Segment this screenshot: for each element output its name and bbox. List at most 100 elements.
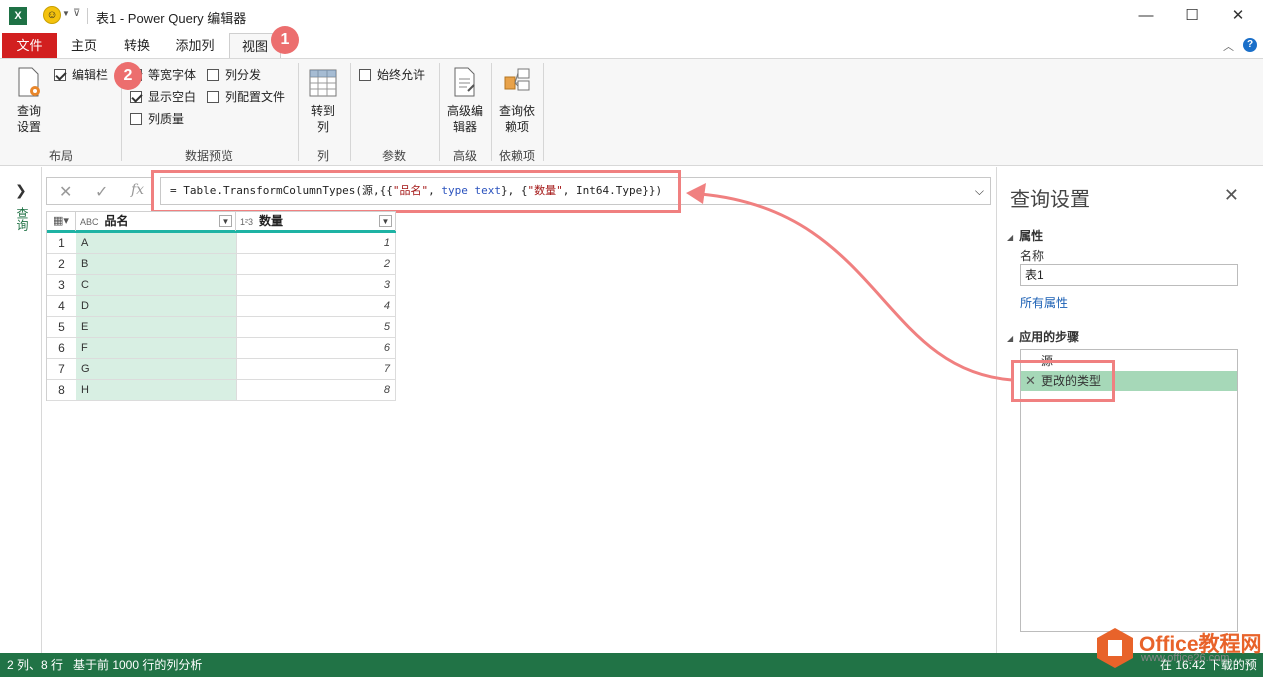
tab-file[interactable]: 文件 (2, 33, 57, 58)
always-allow-label: 始终允许 (377, 68, 426, 82)
close-button[interactable]: ✕ (1215, 0, 1261, 31)
query-settings-pane: 查询设置 ✕ ◢ 属性 名称 表1 所有属性 ◢ 应用的步骤 源 ✕ 更改的类型 (996, 167, 1263, 653)
tab-transform[interactable]: 转换 (113, 33, 161, 58)
tab-add-column[interactable]: 添加列 (166, 33, 224, 58)
cell-quantity[interactable]: 5 (236, 317, 396, 337)
cell-name[interactable]: E (76, 317, 236, 337)
formula-expand-chevron-icon[interactable]: ⌵ (975, 178, 984, 204)
table-row: 2B2 (47, 254, 396, 275)
cell-name[interactable]: A (76, 233, 236, 253)
confirm-check-icon[interactable]: ✓ (95, 182, 108, 202)
applied-steps-header-label: 应用的步骤 (1019, 330, 1080, 344)
go-to-column-label: 转到 列 (310, 104, 335, 134)
cell-quantity[interactable]: 3 (236, 275, 396, 295)
window-title: 表1 - Power Query 编辑器 (96, 11, 247, 26)
table-row: 3C3 (47, 275, 396, 296)
help-icon[interactable]: ? (1243, 38, 1257, 52)
show-whitespace-checkbox[interactable]: 显示空白 (130, 89, 196, 105)
cell-quantity[interactable]: 6 (236, 338, 396, 358)
query-dependencies-button[interactable]: 查询依 赖项 (495, 67, 539, 135)
checkbox-unchecked-icon (359, 69, 371, 81)
cell-name[interactable]: H (76, 380, 236, 400)
table-row: 5E5 (47, 317, 396, 338)
row-number[interactable]: 8 (47, 380, 76, 400)
group-divider (439, 63, 440, 161)
cell-quantity[interactable]: 4 (236, 296, 396, 316)
column-distribution-label: 列分发 (225, 68, 262, 82)
column-quality-checkbox[interactable]: 列质量 (130, 111, 184, 127)
status-profile-info[interactable]: 基于前 1000 行的列分析 (73, 653, 202, 677)
cell-name[interactable]: F (76, 338, 236, 358)
filter-dropdown-icon[interactable]: ▼ (219, 215, 232, 227)
table-row: 6F6 (47, 338, 396, 359)
cell-quantity[interactable]: 8 (236, 380, 396, 400)
column-name-label: 品名 (104, 214, 129, 228)
maximize-button[interactable]: ☐ (1169, 0, 1215, 31)
table-menu-icon[interactable]: ▦▾ (47, 212, 76, 231)
cell-name[interactable]: G (76, 359, 236, 379)
column-distribution-checkbox[interactable]: 列分发 (207, 67, 261, 83)
query-settings-label: 查询 设置 (16, 104, 41, 134)
customize-toolbar-icon[interactable]: ⊽ (73, 8, 80, 19)
group-label-dependencies: 依赖项 (498, 149, 535, 163)
advanced-editor-icon (451, 67, 479, 99)
queries-pane-label[interactable]: 查询 (14, 207, 31, 231)
row-number[interactable]: 2 (47, 254, 76, 274)
title-bar: X ☺ ▼ ⊽ 表1 - Power Query 编辑器 — ☐ ✕ (0, 0, 1263, 31)
cell-quantity[interactable]: 7 (236, 359, 396, 379)
cancel-icon[interactable]: ✕ (59, 182, 72, 202)
collapse-triangle-icon: ◢ (1007, 334, 1014, 343)
group-divider (543, 63, 544, 161)
group-label-parameters: 参数 (381, 149, 406, 163)
cell-quantity[interactable]: 1 (236, 233, 396, 253)
collapse-ribbon-icon[interactable]: ︿ (1223, 38, 1234, 54)
formula-highlight-box (151, 170, 681, 213)
row-number[interactable]: 1 (47, 233, 76, 253)
checkbox-unchecked-icon (130, 113, 142, 125)
column-profile-checkbox[interactable]: 列配置文件 (207, 89, 285, 105)
minimize-button[interactable]: — (1123, 0, 1169, 31)
close-icon[interactable]: ✕ (1224, 185, 1239, 206)
query-name-input[interactable]: 表1 (1020, 264, 1238, 286)
tab-home[interactable]: 主页 (60, 33, 108, 58)
watermark-url: www.office26.com (1141, 652, 1230, 664)
column-quality-label: 列质量 (148, 112, 185, 126)
go-to-column-button[interactable]: 转到 列 (303, 67, 343, 135)
smiley-icon[interactable]: ☺ (43, 6, 61, 24)
cell-name[interactable]: B (76, 254, 236, 274)
checkbox-unchecked-icon (207, 91, 219, 103)
advanced-editor-button[interactable]: 高级编 辑器 (443, 67, 487, 135)
row-number[interactable]: 5 (47, 317, 76, 337)
status-bar: 2 列、8 行 基于前 1000 行的列分析 在 16:42 下载的预览 (0, 653, 1263, 677)
cell-name[interactable]: D (76, 296, 236, 316)
text-type-icon[interactable]: ABC (80, 217, 99, 227)
cell-quantity[interactable]: 2 (236, 254, 396, 274)
integer-type-icon[interactable]: 1²3 (240, 217, 253, 227)
divider (87, 8, 88, 24)
row-number[interactable]: 3 (47, 275, 76, 295)
cell-name[interactable]: C (76, 275, 236, 295)
column-header-quantity[interactable]: 1²3 数量 ▼ (236, 212, 396, 231)
properties-header-label: 属性 (1019, 229, 1044, 243)
properties-header[interactable]: ◢ 属性 (1007, 227, 1043, 244)
formula-bar-checkbox[interactable]: 编辑栏 (54, 67, 108, 83)
dropdown-arrow-icon[interactable]: ▼ (62, 9, 70, 18)
table-row: 8H8 (47, 380, 396, 401)
group-label-advanced: 高级 (452, 149, 477, 163)
expand-chevron-icon[interactable]: ❯ (15, 182, 27, 199)
query-settings-title: 查询设置 (1010, 189, 1090, 211)
advanced-editor-label: 高级编 辑器 (446, 104, 483, 134)
fx-icon[interactable]: fx (131, 182, 144, 198)
column-header-name[interactable]: ABC 品名 ▼ (76, 212, 236, 231)
applied-steps-header[interactable]: ◢ 应用的步骤 (1007, 328, 1079, 345)
all-properties-link[interactable]: 所有属性 (1020, 294, 1068, 311)
filter-dropdown-icon[interactable]: ▼ (379, 215, 392, 227)
queries-pane-collapsed[interactable]: ❯ 查询 (0, 167, 42, 653)
table-row: 1A1 (47, 233, 396, 254)
row-number[interactable]: 4 (47, 296, 76, 316)
row-number[interactable]: 6 (47, 338, 76, 358)
always-allow-checkbox[interactable]: 始终允许 (359, 67, 425, 83)
row-number[interactable]: 7 (47, 359, 76, 379)
query-settings-button[interactable]: 查询 设置 (8, 67, 50, 135)
table-row: 7G7 (47, 359, 396, 380)
